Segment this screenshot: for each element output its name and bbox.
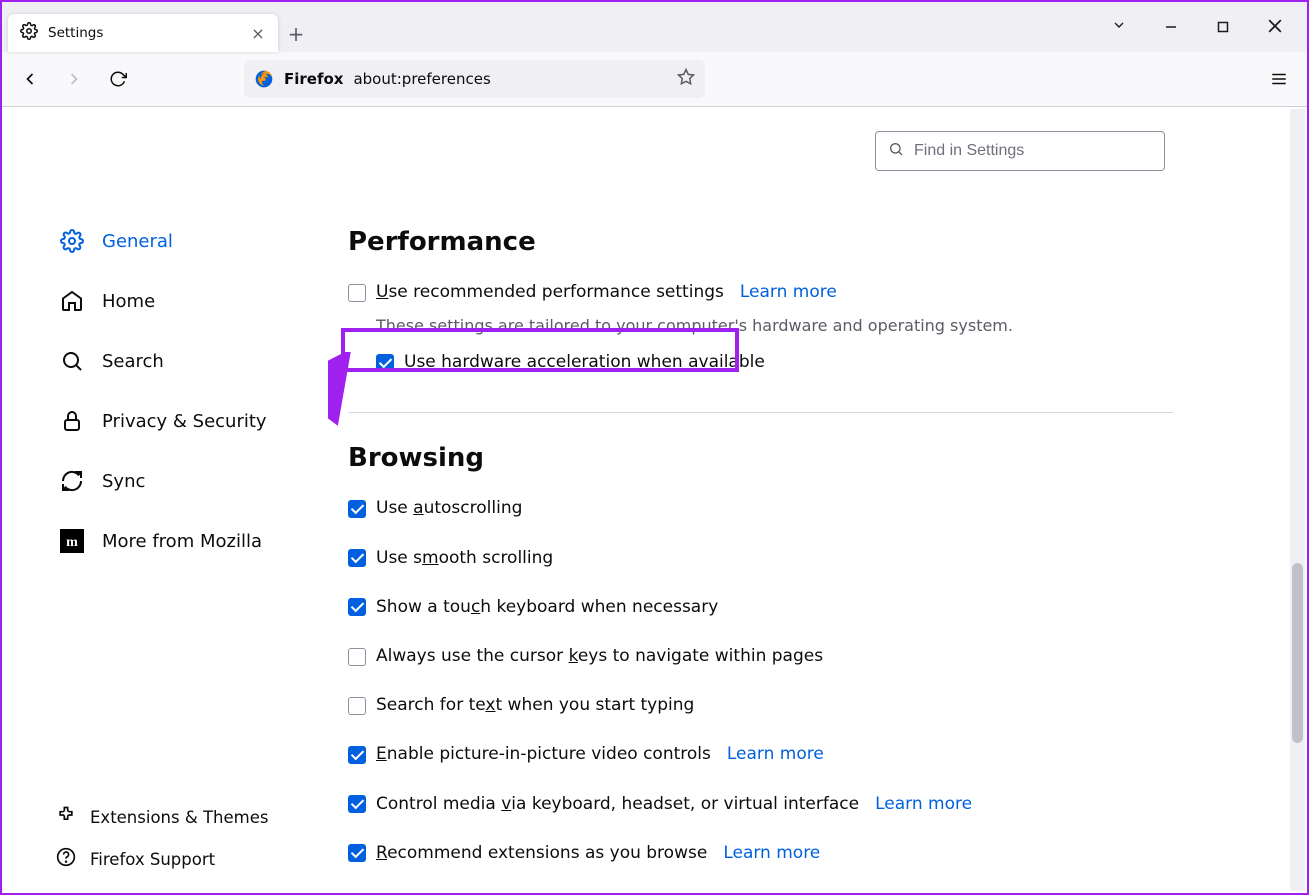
sidebar-item-more-mozilla[interactable]: m More from Mozilla (56, 517, 328, 565)
search-icon (60, 349, 84, 373)
gear-icon (20, 22, 38, 44)
browsing-option: Control media via keyboard, headset, or … (348, 791, 1173, 818)
browsing-option: Always use the cursor keys to navigate w… (348, 643, 1173, 670)
minimize-button[interactable] (1157, 18, 1185, 37)
sidebar-item-home[interactable]: Home (56, 277, 328, 325)
scrollbar[interactable] (1290, 109, 1305, 891)
sidebar-item-label: More from Mozilla (102, 531, 262, 552)
sidebar-item-sync[interactable]: Sync (56, 457, 328, 505)
browsing-label: Show a touch keyboard when necessary (376, 594, 718, 621)
recommended-perf-label: Use recommended performance settings (376, 279, 724, 306)
url-bar[interactable]: Firefox about:preferences (244, 60, 705, 98)
browsing-option: Use smooth scrolling (348, 545, 1173, 572)
settings-content: Performance Use recommended performance … (328, 107, 1307, 893)
settings-sidebar: General Home Search Privacy & Security S… (2, 107, 328, 893)
url-brand: Firefox (284, 70, 343, 88)
sidebar-item-privacy[interactable]: Privacy & Security (56, 397, 328, 445)
tab-title: Settings (48, 25, 240, 41)
browsing-option: Recommend extensions as you browse Learn … (348, 840, 1173, 867)
learn-more-link[interactable]: Learn more (723, 840, 820, 867)
browsing-label: Always use the cursor keys to navigate w… (376, 643, 823, 670)
firefox-support-link[interactable]: Firefox Support (56, 847, 268, 871)
performance-desc: These settings are tailored to your comp… (376, 316, 1173, 335)
settings-search-box[interactable] (875, 131, 1165, 171)
extensions-themes-link[interactable]: Extensions & Themes (56, 805, 268, 829)
learn-more-link[interactable]: Learn more (740, 279, 837, 306)
hw-accel-checkbox[interactable] (376, 354, 394, 372)
browser-tab[interactable]: Settings × (8, 14, 278, 52)
svg-text:m: m (66, 535, 78, 550)
browsing-label: Use smooth scrolling (376, 545, 553, 572)
sidebar-item-search[interactable]: Search (56, 337, 328, 385)
firefox-icon (254, 69, 274, 89)
performance-heading: Performance (348, 227, 1173, 257)
gear-icon (60, 229, 84, 253)
url-address: about:preferences (353, 70, 490, 88)
browsing-checkbox-1[interactable] (348, 549, 366, 567)
browsing-label: Recommend extensions as you browse (376, 840, 707, 867)
link-label: Extensions & Themes (90, 808, 268, 827)
learn-more-link[interactable]: Learn more (727, 741, 824, 768)
browsing-checkbox-4[interactable] (348, 697, 366, 715)
forward-button[interactable] (56, 61, 92, 97)
sidebar-item-label: Home (102, 291, 155, 312)
reload-button[interactable] (100, 61, 136, 97)
recommended-perf-checkbox[interactable] (348, 284, 366, 302)
browsing-checkbox-3[interactable] (348, 648, 366, 666)
sidebar-item-label: Sync (102, 471, 145, 492)
browsing-checkbox-2[interactable] (348, 598, 366, 616)
browsing-checkbox-7[interactable] (348, 844, 366, 862)
sidebar-item-general[interactable]: General (56, 217, 328, 265)
back-button[interactable] (12, 61, 48, 97)
browsing-checkbox-0[interactable] (348, 500, 366, 518)
app-menu-button[interactable] (1261, 61, 1297, 97)
browsing-label: Use autoscrolling (376, 495, 522, 522)
browsing-option: Search for text when you start typing (348, 692, 1173, 719)
mozilla-icon: m (60, 529, 84, 553)
nav-toolbar: Firefox about:preferences (2, 52, 1307, 107)
learn-more-link[interactable]: Learn more (875, 791, 972, 818)
sync-icon (60, 469, 84, 493)
main-area: General Home Search Privacy & Security S… (2, 107, 1307, 893)
scrollbar-thumb[interactable] (1292, 563, 1303, 743)
chevron-down-icon[interactable] (1105, 17, 1133, 37)
link-label: Firefox Support (90, 850, 215, 869)
browsing-option: Show a touch keyboard when necessary (348, 594, 1173, 621)
search-icon (888, 141, 904, 161)
browsing-option: Recommend features as you browse Learn mo… (348, 889, 1173, 893)
browsing-label: Search for text when you start typing (376, 692, 694, 719)
section-divider (348, 412, 1173, 413)
browsing-checkbox-5[interactable] (348, 746, 366, 764)
new-tab-button[interactable]: + (278, 16, 314, 52)
settings-search-input[interactable] (914, 142, 1152, 160)
browsing-label: Control media via keyboard, headset, or … (376, 791, 859, 818)
help-icon (56, 847, 76, 871)
sidebar-item-label: Privacy & Security (102, 411, 267, 432)
close-window-button[interactable] (1261, 18, 1289, 37)
sidebar-item-label: Search (102, 351, 164, 372)
maximize-button[interactable] (1209, 18, 1237, 37)
sidebar-item-label: General (102, 231, 173, 252)
browsing-option: Enable picture-in-picture video controls… (348, 741, 1173, 768)
hw-accel-label: Use hardware acceleration when available (404, 349, 765, 376)
browsing-checkbox-6[interactable] (348, 795, 366, 813)
browsing-option: Use autoscrolling (348, 495, 1173, 522)
home-icon (60, 289, 84, 313)
learn-more-link[interactable]: Learn more (702, 889, 799, 893)
tab-close-button[interactable]: × (250, 24, 266, 43)
puzzle-icon (56, 805, 76, 829)
browsing-label: Enable picture-in-picture video controls (376, 741, 711, 768)
bookmark-star-icon[interactable] (677, 68, 695, 90)
lock-icon (60, 409, 84, 433)
browsing-label: Recommend features as you browse (376, 889, 686, 893)
browsing-heading: Browsing (348, 443, 1173, 473)
tab-bar: Settings × + (2, 2, 1307, 52)
